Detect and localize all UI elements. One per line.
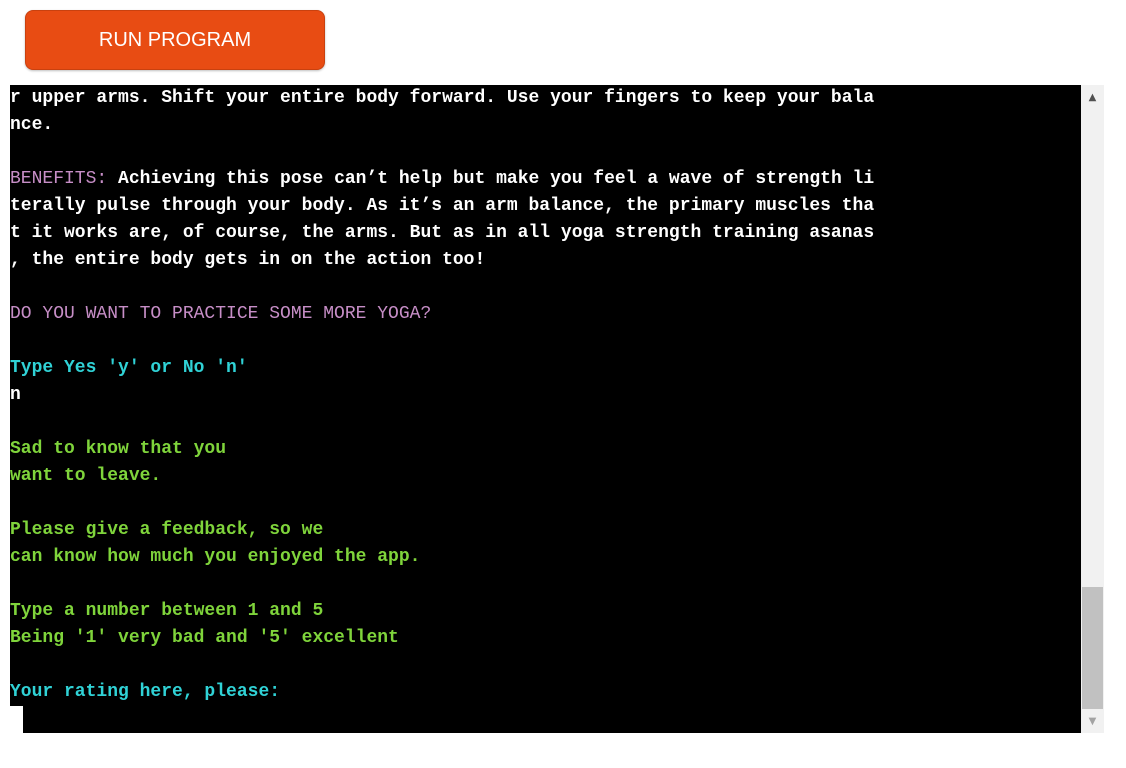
terminal-line: nce. bbox=[10, 112, 1081, 139]
terminal-segment: can know how much you enjoyed the app. bbox=[10, 547, 421, 567]
terminal-line: want to leave. bbox=[10, 463, 1081, 490]
terminal-segment: Achieving this pose can’t help but make … bbox=[118, 169, 875, 189]
terminal-segment: Being '1' very bad and '5' excellent bbox=[10, 628, 399, 648]
terminal-segment: , the entire body gets in on the action … bbox=[10, 250, 486, 270]
terminal-segment: n bbox=[10, 385, 21, 405]
terminal-line: terally pulse through your body. As it’s… bbox=[10, 193, 1081, 220]
scroll-thumb[interactable] bbox=[1082, 587, 1103, 709]
terminal-line: Type Yes 'y' or No 'n' bbox=[10, 355, 1081, 382]
terminal-line: r upper arms. Shift your entire body for… bbox=[10, 85, 1081, 112]
terminal-line: BENEFITS: Achieving this pose can’t help… bbox=[10, 166, 1081, 193]
terminal-line: n bbox=[10, 382, 1081, 409]
terminal-line: can know how much you enjoyed the app. bbox=[10, 544, 1081, 571]
terminal-segment: Your rating here, please: bbox=[10, 682, 281, 702]
terminal-line: Type a number between 1 and 5 bbox=[10, 598, 1081, 625]
terminal-line: Being '1' very bad and '5' excellent bbox=[10, 625, 1081, 652]
terminal-line: t it works are, of course, the arms. But… bbox=[10, 220, 1081, 247]
terminal-output[interactable]: r upper arms. Shift your entire body for… bbox=[10, 85, 1081, 733]
terminal-corner-gap bbox=[10, 706, 23, 733]
terminal-segment: Type Yes 'y' or No 'n' bbox=[10, 358, 248, 378]
terminal-segment: BENEFITS: bbox=[10, 169, 119, 189]
terminal-segment: nce. bbox=[10, 115, 54, 135]
terminal-scrollbar[interactable]: ▲ ▼ bbox=[1081, 85, 1104, 733]
terminal-segment: Type a number between 1 and 5 bbox=[10, 601, 324, 621]
scroll-down-icon[interactable]: ▼ bbox=[1081, 711, 1104, 731]
terminal-segment: Please give a feedback, so we bbox=[10, 520, 324, 540]
terminal-segment: t it works are, of course, the arms. But… bbox=[10, 223, 875, 243]
terminal-line: Your rating here, please: bbox=[10, 679, 1081, 706]
terminal-line: Sad to know that you bbox=[10, 436, 1081, 463]
terminal-segment: DO YOU WANT TO PRACTICE SOME MORE YOGA? bbox=[10, 304, 432, 324]
terminal-line: Please give a feedback, so we bbox=[10, 517, 1081, 544]
terminal-segment: r upper arms. Shift your entire body for… bbox=[10, 88, 875, 108]
terminal-segment: want to leave. bbox=[10, 466, 162, 486]
terminal-segment: terally pulse through your body. As it’s… bbox=[10, 196, 875, 216]
scroll-up-icon[interactable]: ▲ bbox=[1081, 87, 1104, 107]
terminal-text: r upper arms. Shift your entire body for… bbox=[10, 85, 1081, 706]
terminal-line: DO YOU WANT TO PRACTICE SOME MORE YOGA? bbox=[10, 301, 1081, 328]
terminal-segment: Sad to know that you bbox=[10, 439, 227, 459]
terminal-line: , the entire body gets in on the action … bbox=[10, 247, 1081, 274]
run-program-button[interactable]: RUN PROGRAM bbox=[25, 10, 325, 70]
